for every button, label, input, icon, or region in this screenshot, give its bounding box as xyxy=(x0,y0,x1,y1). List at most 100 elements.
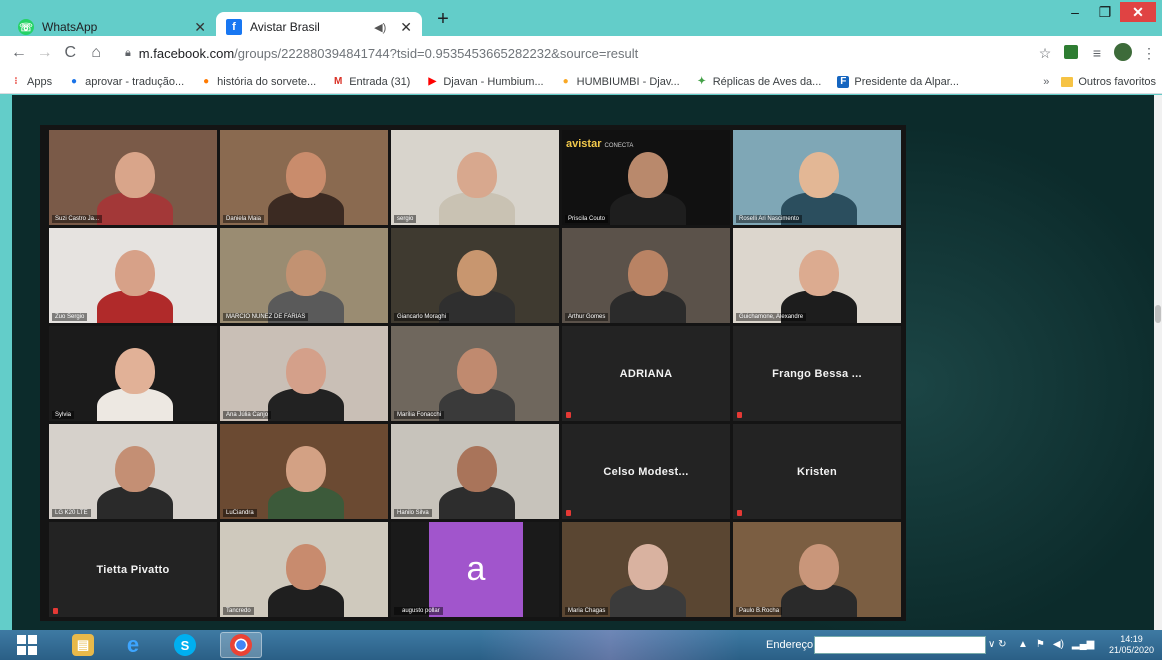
start-button[interactable] xyxy=(6,632,48,658)
participant-tile[interactable]: Hanilo Silva xyxy=(391,424,559,519)
muted-mic-icon xyxy=(566,510,571,516)
participant-tile[interactable]: Ana Júlia Canjo xyxy=(220,326,388,421)
participant-tile[interactable]: Tietta Pivatto xyxy=(49,522,217,617)
bookmark-label: HUMBIUMBI - Djav... xyxy=(576,75,680,88)
chrome-button[interactable] xyxy=(220,632,262,658)
other-bookmarks-folder[interactable]: Outros favoritos xyxy=(1061,76,1156,88)
participant-tile[interactable]: Tancredo xyxy=(220,522,388,617)
new-tab-button[interactable]: + xyxy=(430,8,456,31)
participant-tile[interactable]: Marília Fonacchi xyxy=(391,326,559,421)
participant-name: Suzi Castro Ja... xyxy=(52,215,103,223)
close-icon[interactable]: ✕ xyxy=(194,19,206,36)
bookmark-item[interactable]: ▶ Djavan - Humbium... xyxy=(426,76,544,88)
reading-list-icon[interactable]: ≡ xyxy=(1084,45,1110,61)
participant-tile[interactable]: Daniela Maia xyxy=(220,130,388,225)
chrome-icon xyxy=(230,634,252,656)
participant-tile[interactable]: LG K20 LTE xyxy=(49,424,217,519)
volume-icon[interactable]: ◀) xyxy=(1053,639,1064,650)
bookmark-item[interactable]: ● aprovar - tradução... xyxy=(68,76,184,88)
chevron-down-icon[interactable]: ∨ ↻ xyxy=(988,639,1006,650)
participant-tile[interactable]: Sylvia xyxy=(49,326,217,421)
participant-tile[interactable]: a augusto pollar xyxy=(391,522,559,617)
bookmark-item[interactable]: ● história do sorvete... xyxy=(200,76,316,88)
participant-tile[interactable]: ADRIANA xyxy=(562,326,730,421)
address-toolbar-input[interactable] xyxy=(814,636,986,654)
window-controls: – ❐ ✕ xyxy=(1060,2,1156,22)
file-explorer-button[interactable]: ▤ xyxy=(62,632,104,658)
flag-icon[interactable]: ⚑ xyxy=(1036,639,1045,650)
bookmark-label: Apps xyxy=(27,75,53,88)
clock-date: 21/05/2020 xyxy=(1108,645,1154,655)
bookmark-item[interactable]: ✦ Réplicas de Aves da... xyxy=(696,76,822,88)
tab-strip: ☏ WhatsApp ✕ f Avistar Brasil ◀) ✕ xyxy=(0,6,1162,42)
participant-video-face xyxy=(799,152,839,198)
participant-tile[interactable]: Giancarlo Moraghi xyxy=(391,228,559,323)
participant-name: LuCiandra xyxy=(223,509,257,517)
participant-name: Paulo B.Rocha xyxy=(736,607,783,615)
star-icon[interactable]: ☆ xyxy=(1032,45,1058,62)
bookmark-item[interactable]: ● HUMBIUMBI - Djav... xyxy=(560,76,680,88)
participant-tile[interactable]: Arthur Gomes xyxy=(562,228,730,323)
participant-tile[interactable]: Maria Chagas xyxy=(562,522,730,617)
participant-tile[interactable]: Roselli Ari Nascimento xyxy=(733,130,901,225)
participant-name: Celso Modest... xyxy=(603,465,689,478)
bookmark-item[interactable]: M Entrada (31) xyxy=(332,76,410,88)
profile-avatar[interactable] xyxy=(1110,42,1136,64)
home-icon[interactable]: ⌂ xyxy=(83,44,109,62)
system-clock[interactable]: 14:19 21/05/2020 xyxy=(1109,634,1154,656)
bird-icon: ✦ xyxy=(697,76,706,87)
close-icon[interactable]: ✕ xyxy=(400,19,412,36)
participant-video-face xyxy=(286,544,326,590)
internet-explorer-button[interactable]: e xyxy=(112,632,154,658)
forward-arrow-icon[interactable]: → xyxy=(32,44,58,62)
participant-tile[interactable]: Suzi Castro Ja... xyxy=(49,130,217,225)
participant-video-face xyxy=(115,446,155,492)
scrollbar[interactable] xyxy=(1154,95,1162,630)
network-signal-icon[interactable]: ▂▄▆ xyxy=(1072,639,1094,650)
minimize-icon[interactable]: – xyxy=(1060,4,1090,20)
bookmarks-overflow-button[interactable]: » xyxy=(1043,76,1049,88)
menu-icon[interactable]: ⋮ xyxy=(1136,45,1162,62)
participant-video-face xyxy=(286,446,326,492)
folder-icon: ▤ xyxy=(72,634,94,656)
extension-icon[interactable] xyxy=(1058,44,1084,62)
address-bar[interactable]: 🔒︎ m.facebook.com/groups/222880394841744… xyxy=(117,40,1028,66)
bookmark-item[interactable]: ⁝ Apps xyxy=(10,76,52,88)
participant-tile[interactable]: Frango Bessa ... xyxy=(733,326,901,421)
facebook-icon: f xyxy=(226,19,242,35)
participant-video-face xyxy=(457,152,497,198)
muted-mic-icon xyxy=(737,412,742,418)
participant-video-face xyxy=(457,446,497,492)
participant-video-face xyxy=(115,152,155,198)
close-window-icon[interactable]: ✕ xyxy=(1120,2,1156,22)
participant-tile[interactable]: Kristen xyxy=(733,424,901,519)
participant-tile[interactable]: LuCiandra xyxy=(220,424,388,519)
participant-tile[interactable]: avistar CONECTA Priscila Couto xyxy=(562,130,730,225)
participant-tile[interactable]: Celso Modest... xyxy=(562,424,730,519)
shield-icon: ● xyxy=(562,76,569,87)
scrollbar-thumb[interactable] xyxy=(1155,305,1161,323)
participant-tile[interactable]: Guichamone, Alexandre xyxy=(733,228,901,323)
participant-video-face xyxy=(628,250,668,296)
reload-icon[interactable]: C xyxy=(57,44,83,62)
skype-button[interactable]: S xyxy=(164,632,206,658)
restore-icon[interactable]: ❐ xyxy=(1090,4,1120,21)
participant-tile[interactable]: sergio xyxy=(391,130,559,225)
participant-name: MARCIO NUNEZ DE FARIAS xyxy=(223,313,309,321)
bookmark-item[interactable]: F Presidente da Alpar... xyxy=(837,75,959,88)
participant-name: Hanilo Silva xyxy=(394,509,432,517)
windows-taskbar: ▤ e S Endereço ∨ ↻ ▲ ⚑ ◀) ▂▄▆ 14:19 21/0… xyxy=(0,630,1162,660)
tray-arrow-icon[interactable]: ▲ xyxy=(1018,639,1028,650)
apps-grid-icon: ⁝ xyxy=(14,76,18,87)
bookmark-label: Entrada (31) xyxy=(349,75,411,88)
lock-icon: 🔒︎ xyxy=(124,46,131,59)
back-arrow-icon[interactable]: ← xyxy=(6,44,32,62)
speaker-icon[interactable]: ◀) xyxy=(374,21,386,34)
participant-name: ADRIANA xyxy=(619,367,673,380)
participant-video-face xyxy=(115,348,155,394)
participant-tile[interactable]: Paulo B.Rocha xyxy=(733,522,901,617)
participant-name: augusto pollar xyxy=(394,607,443,615)
participant-tile[interactable]: Zuo Sergio xyxy=(49,228,217,323)
participant-tile[interactable]: MARCIO NUNEZ DE FARIAS xyxy=(220,228,388,323)
participant-video-face xyxy=(628,152,668,198)
